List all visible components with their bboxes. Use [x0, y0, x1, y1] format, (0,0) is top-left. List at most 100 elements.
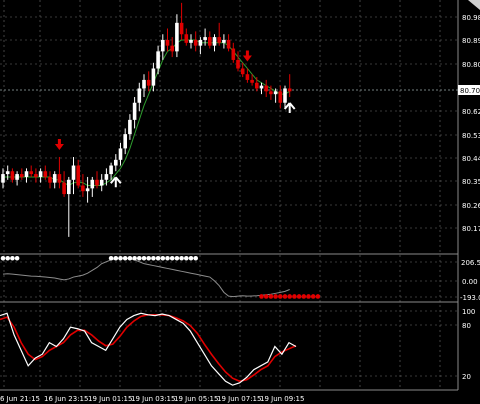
- time-axis[interactable]: 6 Jun 21:15 16 Jun 23:15 19 Jun 01:15 19…: [0, 395, 304, 403]
- stoch-tick: 20: [462, 373, 471, 381]
- candle-body: [269, 91, 273, 95]
- candle-body: [76, 165, 80, 186]
- candle-body: [99, 179, 104, 186]
- price-tick: 80.350: [462, 178, 480, 186]
- cci-dot: [165, 255, 170, 261]
- cci-dot: [296, 294, 302, 299]
- candle-body: [255, 82, 259, 89]
- candle-body: [198, 39, 203, 46]
- candle-body: [118, 148, 123, 160]
- candle-body: [52, 174, 57, 183]
- time-tick: 6 Jun 21:15: [0, 395, 40, 403]
- candle-body: [208, 37, 212, 46]
- cci-tick: 0.00: [462, 278, 478, 286]
- time-tick: 19 Jun 03:15: [131, 395, 175, 403]
- candle-body: [128, 119, 132, 135]
- candle-body: [175, 22, 179, 52]
- candle-body: [142, 79, 146, 89]
- cci-dot: [132, 255, 137, 261]
- candle-body: [161, 39, 165, 52]
- candle-body: [132, 102, 137, 120]
- time-tick: 19 Jun 09:15: [260, 395, 304, 403]
- candle-body: [217, 37, 221, 43]
- candle-body: [184, 34, 189, 43]
- candle-body: [278, 91, 283, 103]
- stoch-tick: 100: [462, 308, 475, 316]
- candle-body: [264, 85, 268, 92]
- price-tick: 80.980: [462, 14, 480, 22]
- candle-body: [250, 79, 254, 83]
- cci-dot: [184, 255, 189, 261]
- candle-body: [24, 171, 29, 177]
- candle-body: [123, 134, 127, 149]
- cci-tick: 206.54: [461, 259, 480, 267]
- candle-body: [34, 174, 38, 177]
- candle-body: [222, 39, 226, 43]
- cci-dot: [118, 255, 123, 261]
- candle-body: [1, 174, 5, 183]
- candle-body: [287, 88, 292, 92]
- cci-dot: [160, 255, 166, 261]
- cci-dot: [14, 255, 20, 261]
- candle-body: [95, 179, 99, 186]
- cci-dot: [193, 255, 198, 261]
- current-price-label: 80.700: [460, 87, 480, 95]
- candle-body: [203, 37, 207, 40]
- candle-body: [43, 171, 48, 177]
- cci-dot: [5, 255, 10, 261]
- candle-body: [151, 68, 156, 86]
- cci-dot: [263, 294, 269, 299]
- candle-body: [20, 174, 24, 177]
- candle-body: [146, 79, 151, 86]
- candle-body: [259, 85, 264, 89]
- cci-dot: [169, 255, 175, 261]
- candle-body: [231, 48, 236, 60]
- cci-dot: [122, 255, 128, 261]
- candle-body: [170, 45, 174, 52]
- candle-body: [104, 174, 109, 180]
- time-tick: 19 Jun 07:15: [217, 395, 261, 403]
- cci-dot: [259, 294, 264, 299]
- cci-dot: [278, 294, 283, 299]
- price-tick: 80.620: [462, 108, 480, 116]
- cci-dot: [141, 255, 147, 261]
- cci-axis[interactable]: 206.54 0.00 -193.04: [460, 259, 480, 302]
- cci-dot: [315, 294, 321, 299]
- candle-body: [81, 185, 85, 192]
- price-tick: 80.440: [462, 155, 480, 163]
- time-tick: 19 Jun 01:15: [88, 395, 132, 403]
- price-tick: 80.530: [462, 132, 480, 140]
- cci-dot: [188, 255, 194, 261]
- candle-body: [15, 174, 19, 180]
- cci-dot: [273, 294, 278, 299]
- candle-body: [48, 176, 52, 183]
- candle-body: [240, 68, 245, 75]
- cci-tick: -193.04: [460, 294, 480, 302]
- candle-body: [85, 188, 90, 192]
- price-tick: 80.170: [462, 225, 480, 233]
- candle-body: [137, 88, 142, 103]
- stoch-tick: 80: [462, 322, 471, 330]
- cci-dot: [301, 294, 307, 299]
- candle-body: [67, 179, 71, 195]
- cci-dot: [310, 294, 316, 299]
- candle-body: [156, 51, 160, 69]
- cci-dot: [146, 255, 151, 261]
- candle-body: [226, 39, 231, 49]
- price-tick: 80.800: [462, 61, 480, 69]
- cci-dot: [179, 255, 184, 261]
- candle-body: [114, 159, 118, 166]
- candle-body: [57, 174, 62, 183]
- cci-dot: [155, 255, 161, 261]
- candle-body: [283, 88, 287, 103]
- candle-body: [90, 179, 95, 189]
- time-tick: 19 Jun 05:15: [174, 395, 218, 403]
- candle-body: [165, 39, 170, 46]
- cci-dot: [292, 294, 297, 299]
- candle-body: [5, 171, 10, 175]
- chart-window[interactable]: 80.980 80.890 80.800 80.620 80.530 80.44…: [0, 0, 480, 404]
- cci-dot: [282, 294, 288, 299]
- candle-body: [236, 59, 240, 69]
- time-tick: 16 Jun 23:15: [44, 395, 88, 403]
- cci-dot: [151, 255, 156, 261]
